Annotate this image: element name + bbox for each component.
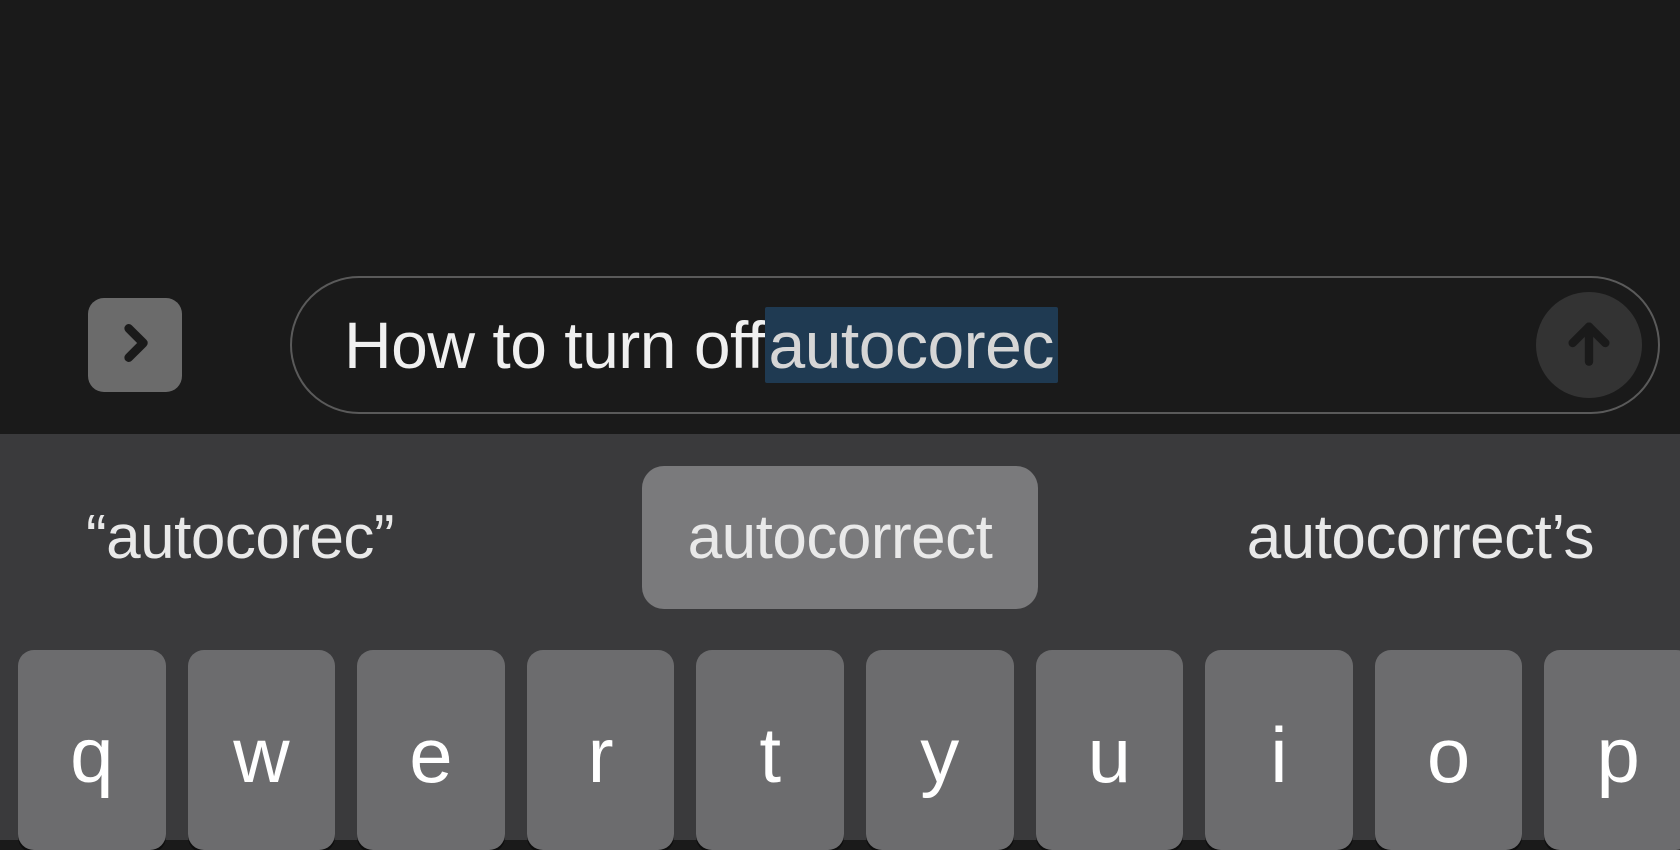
chevron-right-icon — [110, 318, 160, 373]
key-p[interactable]: p — [1544, 650, 1680, 850]
key-w[interactable]: w — [188, 650, 336, 850]
suggestion-secondary[interactable]: autocorrect’s — [1180, 466, 1640, 609]
key-o[interactable]: o — [1375, 650, 1523, 850]
key-q[interactable]: q — [18, 650, 166, 850]
search-input-text: How to turn off autocorec — [344, 307, 1058, 383]
suggestion-literal[interactable]: “autocorec” — [40, 466, 500, 609]
key-i[interactable]: i — [1205, 650, 1353, 850]
arrow-up-icon — [1561, 315, 1617, 376]
key-r[interactable]: r — [527, 650, 675, 850]
keyboard-row-1: q w e r t y u i o p — [0, 650, 1680, 850]
key-t[interactable]: t — [696, 650, 844, 850]
send-button[interactable] — [1536, 292, 1642, 398]
keyboard-region: “autocorec” autocorrect autocorrect’s q … — [0, 434, 1680, 840]
quicktype-suggestion-bar: “autocorec” autocorrect autocorrect’s — [0, 434, 1680, 640]
app-upper-region: How to turn off autocorec — [0, 0, 1680, 434]
key-y[interactable]: y — [866, 650, 1014, 850]
key-u[interactable]: u — [1036, 650, 1184, 850]
typed-text: How to turn off — [344, 307, 765, 383]
key-e[interactable]: e — [357, 650, 505, 850]
input-row: How to turn off autocorec — [0, 276, 1680, 414]
suggestion-primary[interactable]: autocorrect — [642, 466, 1039, 609]
autocorrect-highlight: autocorec — [765, 307, 1058, 383]
expand-button[interactable] — [88, 298, 182, 392]
search-input[interactable]: How to turn off autocorec — [290, 276, 1660, 414]
